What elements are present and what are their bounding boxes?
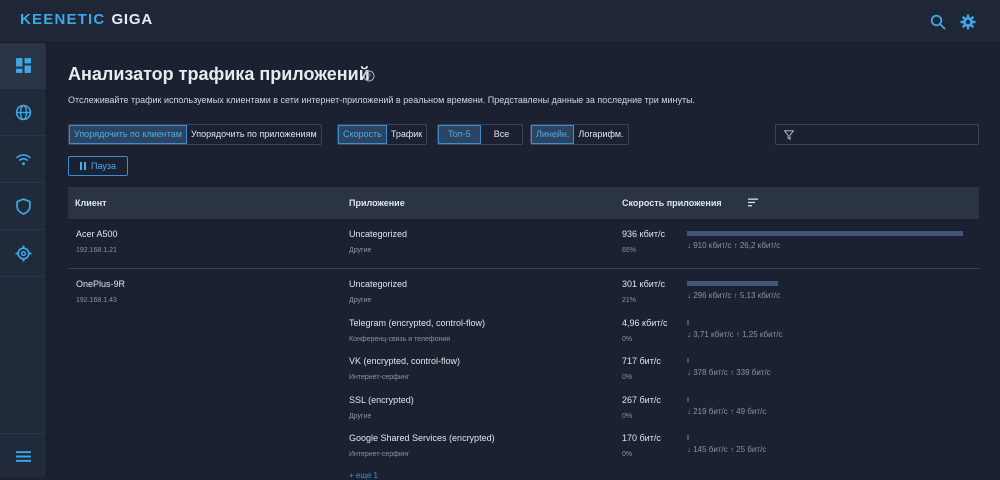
app-category: Другие <box>349 297 372 304</box>
limit-top5[interactable]: Топ-5 <box>438 125 481 144</box>
sidebar-menu-toggle[interactable] <box>0 433 46 479</box>
filter-input[interactable] <box>775 124 979 145</box>
scale-linear[interactable]: Линейн. <box>531 125 575 144</box>
top-bar: KEENETIC GIGA <box>0 0 1000 43</box>
app-speed: 717 бит/с <box>622 356 661 366</box>
app-name[interactable]: Uncategorized <box>349 279 407 289</box>
app-share-percent: 0% <box>622 412 633 420</box>
wifi-icon <box>15 154 31 166</box>
client-name[interactable]: OnePlus-9R <box>76 279 125 289</box>
sort-icon[interactable] <box>748 198 758 207</box>
help-icon[interactable]: ? <box>363 70 375 82</box>
app-speed: 4,96 кбит/с <box>622 317 668 328</box>
limit-toggle: Топ-5 Все <box>437 124 524 145</box>
speed-bar <box>687 358 972 363</box>
app-category: Интернет-серфинг <box>349 451 410 458</box>
sidebar <box>0 43 47 477</box>
show-more-link[interactable]: + еще 1 <box>349 471 378 480</box>
app-speed: 267 бит/с <box>622 394 661 405</box>
sidebar-item-dashboard[interactable] <box>0 43 46 89</box>
sort-by-apps[interactable]: Упорядочить по приложениям <box>187 125 321 144</box>
app-category: Другие <box>349 412 372 420</box>
limit-all[interactable]: Все <box>481 125 523 144</box>
app-name[interactable]: Uncategorized <box>349 229 407 239</box>
speed-bar <box>687 435 972 440</box>
client-name[interactable]: Acer A500 <box>76 229 118 239</box>
speed-bar-fill <box>687 319 689 325</box>
sidebar-item-settings[interactable] <box>0 231 46 277</box>
gear-icon[interactable] <box>960 14 976 30</box>
traffic-up-down: ↓ 296 кбит/с ↑ 5,13 кбит/с <box>687 291 781 300</box>
metric-traffic[interactable]: Трафик <box>387 125 426 144</box>
header-app: Приложение <box>349 198 405 208</box>
sidebar-item-wifi[interactable] <box>0 137 46 183</box>
speed-bar <box>687 281 972 286</box>
filter-icon <box>784 130 794 140</box>
scale-toggle: Линейн. Логарифм. <box>530 124 629 145</box>
scale-log[interactable]: Логарифм. <box>574 125 627 144</box>
sidebar-item-security[interactable] <box>0 184 46 230</box>
app-name[interactable]: Google Shared Services (encrypted) <box>349 433 495 443</box>
app-share-percent: 0% <box>622 374 633 381</box>
shield-icon <box>15 198 31 215</box>
sort-by-clients[interactable]: Упорядочить по клиентам <box>69 125 187 144</box>
page-subtitle: Отслеживайте трафик используемых клиента… <box>68 95 696 105</box>
brand-logo[interactable]: KEENETIC GIGA <box>20 11 153 29</box>
globe-icon <box>15 104 31 121</box>
header-client: Клиент <box>75 198 107 208</box>
speed-bar-fill <box>687 281 778 286</box>
header-speed[interactable]: Скорость приложения <box>622 198 722 208</box>
app-share-percent: 65% <box>622 247 637 254</box>
speed-bar <box>687 231 972 236</box>
app-category: Конференц-связь и телефония <box>349 335 451 343</box>
app-name[interactable]: VK (encrypted, control-flow) <box>349 356 460 366</box>
settings-icon <box>15 245 31 262</box>
app-share-percent: 21% <box>622 297 637 304</box>
app-category: Интернет-серфинг <box>349 374 410 381</box>
app-speed: 936 кбит/с <box>622 229 665 239</box>
svg-text:?: ? <box>367 74 371 81</box>
speed-bar <box>687 396 972 402</box>
traffic-up-down: ↓ 3,71 кбит/с ↑ 1,25 кбит/с <box>687 329 783 339</box>
search-icon[interactable] <box>930 14 946 30</box>
sidebar-item-internet[interactable] <box>0 90 46 136</box>
speed-bar-fill <box>687 396 689 402</box>
speed-bar-fill <box>687 231 963 236</box>
dashboard-icon <box>15 58 31 73</box>
speed-bar-fill <box>687 435 689 440</box>
metric-toggle: Скорость Трафик <box>337 124 428 145</box>
traffic-up-down: ↓ 378 бит/с ↑ 339 бит/с <box>687 368 771 377</box>
speed-bar <box>687 319 972 325</box>
traffic-up-down: ↓ 145 бит/с ↑ 25 бит/с <box>687 445 767 454</box>
page-title: Анализатор трафика приложений <box>68 64 370 84</box>
app-speed: 170 бит/с <box>622 433 661 443</box>
client-ip: 192.168.1.21 <box>76 247 117 254</box>
row-separator <box>68 268 979 269</box>
app-category: Другие <box>349 247 372 254</box>
table-header: Клиент Приложение Скорость приложения <box>68 187 979 219</box>
app-speed: 301 кбит/с <box>622 279 665 289</box>
pause-button[interactable]: Пауза <box>68 156 128 176</box>
app-name[interactable]: SSL (encrypted) <box>349 395 414 405</box>
app-share-percent: 0% <box>622 335 633 343</box>
app-name[interactable]: Telegram (encrypted, control-flow) <box>349 318 485 328</box>
traffic-up-down: ↓ 910 кбит/с ↑ 26,2 кбит/с <box>687 241 781 250</box>
client-ip: 192.168.1.43 <box>76 297 117 304</box>
main-content: Анализатор трафика приложений ? Отслежив… <box>47 43 1000 480</box>
speed-bar-fill <box>687 358 689 363</box>
sort-toggle: Упорядочить по клиентам Упорядочить по п… <box>68 124 322 145</box>
menu-icon <box>15 451 31 462</box>
traffic-up-down: ↓ 219 бит/с ↑ 49 бит/с <box>687 406 767 416</box>
pause-icon <box>79 162 86 170</box>
app-share-percent: 0% <box>622 451 633 458</box>
metric-speed[interactable]: Скорость <box>338 125 387 144</box>
